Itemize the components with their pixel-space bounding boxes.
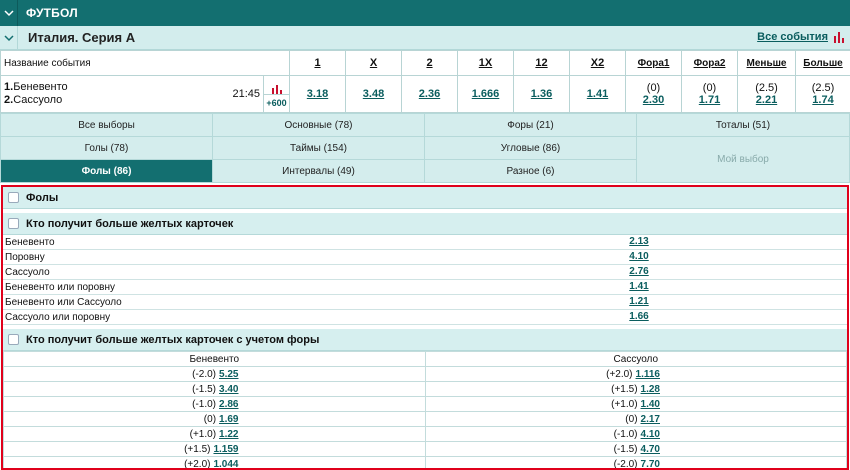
header-2[interactable]: 2 — [401, 50, 459, 76]
more-yellow-header[interactable]: Кто получит больше желтых карточек — [3, 213, 847, 235]
table-row: (+1.5) 1.159 (-1.5) 4.70 — [3, 441, 847, 457]
market-tabs: Все выборы Основные (78) Форы (21) Тотал… — [0, 113, 850, 185]
market-checkbox[interactable] — [8, 218, 19, 229]
handicap-table: Беневенто Сассуоло (-2.0) 5.25 (+2.0) 1.11… — [3, 351, 847, 468]
odd-12[interactable]: 1.36 — [513, 75, 571, 113]
market-row: Поровну 4.10 — [3, 250, 847, 265]
col-home: Беневенто — [3, 351, 426, 367]
tab-halves[interactable]: Таймы (154) — [212, 136, 425, 160]
handicap-cell[interactable]: (-1.0) 2.86 — [3, 396, 426, 412]
handicap-cell[interactable]: (-2.0) 7.70 — [424, 456, 847, 468]
table-row: (-2.0) 5.25 (+2.0) 1.116 — [3, 366, 847, 382]
odd-x[interactable]: 3.48 — [345, 75, 403, 113]
handicap-cell[interactable]: (-2.0) 5.25 — [3, 366, 426, 382]
fouls-section-header[interactable]: Фолы — [3, 187, 847, 209]
fouls-market-panel: Фолы Кто получит больше желтых карточек … — [1, 185, 849, 470]
handicap-cell[interactable]: (-1.0) 4.10 — [424, 426, 847, 442]
fouls-section-title: Фолы — [26, 191, 59, 204]
handicap-cell[interactable]: (+1.5) 1.28 — [424, 381, 847, 397]
header-handicap2[interactable]: Фора2 — [681, 50, 739, 76]
odd-under[interactable]: (2.5) 2.21 — [737, 75, 797, 113]
col-away: Сассуоло — [424, 351, 847, 367]
more-yellow-title: Кто получит больше желтых карточек — [26, 217, 234, 230]
more-markets-link[interactable]: +600 — [264, 93, 290, 111]
league-row[interactable]: Италия. Серия А Все события — [0, 25, 850, 50]
header-under[interactable]: Меньше — [737, 50, 797, 76]
sport-header[interactable]: ФУТБОЛ — [0, 0, 850, 26]
odd-1x[interactable]: 1.666 — [457, 75, 515, 113]
odd-x2[interactable]: 1.41 — [569, 75, 627, 113]
tab-all-choices[interactable]: Все выборы — [0, 113, 213, 137]
tab-totals[interactable]: Тоталы (51) — [636, 113, 850, 137]
odd-value[interactable]: 1.41 — [629, 281, 648, 292]
tab-corners[interactable]: Угловые (86) — [424, 136, 637, 160]
market-row: Беневенто 2.13 — [3, 235, 847, 250]
odd-value[interactable]: 2.76 — [629, 266, 648, 277]
tab-main[interactable]: Основные (78) — [212, 113, 425, 137]
all-events-link[interactable]: Все события — [757, 31, 828, 43]
handicap-cell[interactable]: (0) 1.69 — [3, 411, 426, 427]
match-row: 1.Беневенто 2.Сассуоло 21:45 +600 3.18 3… — [0, 75, 850, 113]
chevron-down-icon[interactable] — [0, 0, 18, 26]
tab-my-choice[interactable]: Мой выбор — [636, 136, 850, 183]
sport-title: ФУТБОЛ — [26, 6, 78, 20]
table-row: (0) 1.69 (0) 2.17 — [3, 411, 847, 427]
table-row: (-1.0) 2.86 (+1.0) 1.40 — [3, 396, 847, 412]
odd-1[interactable]: 3.18 — [289, 75, 347, 113]
league-title: Италия. Серия А — [28, 30, 136, 45]
section-checkbox[interactable] — [8, 192, 19, 203]
header-x2[interactable]: X2 — [569, 50, 627, 76]
table-row: (-1.5) 3.40 (+1.5) 1.28 — [3, 381, 847, 397]
odd-2[interactable]: 2.36 — [401, 75, 459, 113]
market-row: Сассуоло 2.76 — [3, 265, 847, 280]
match-time: 21:45 — [232, 88, 260, 100]
handicap-cell[interactable]: (-1.5) 4.70 — [424, 441, 847, 457]
handicap-cell[interactable]: (+2.0) 1.044 — [3, 456, 426, 468]
match-stats-cell[interactable]: +600 — [262, 75, 291, 113]
team-home: 1.Беневенто — [4, 81, 68, 93]
header-x[interactable]: X — [345, 50, 403, 76]
handicap-cell[interactable]: (0) 2.17 — [424, 411, 847, 427]
bar-chart-icon[interactable] — [834, 32, 844, 46]
market-checkbox[interactable] — [8, 334, 19, 345]
handicap-cell[interactable]: (+1.0) 1.22 — [3, 426, 426, 442]
handicap-cell[interactable]: (-1.5) 3.40 — [3, 381, 426, 397]
tab-intervals[interactable]: Интервалы (49) — [212, 159, 425, 183]
tab-handicaps[interactable]: Форы (21) — [424, 113, 637, 137]
chevron-down-icon[interactable] — [0, 25, 18, 50]
more-yellow-handicap-header[interactable]: Кто получит больше желтых карточек с уче… — [3, 329, 847, 351]
handicap-cell[interactable]: (+2.0) 1.116 — [424, 366, 847, 382]
bar-chart-icon[interactable] — [264, 78, 289, 94]
table-row: (+2.0) 1.044 (-2.0) 7.70 — [3, 456, 847, 468]
market-row: Сассуоло или поровну 1.66 — [3, 310, 847, 325]
odd-value[interactable]: 4.10 — [629, 251, 648, 262]
odds-table: Название события 1 X 2 1X 12 X2 Фора1 Фо… — [0, 50, 850, 113]
tab-fouls[interactable]: Фолы (86) — [0, 159, 213, 183]
header-handicap1[interactable]: Фора1 — [625, 50, 683, 76]
header-12[interactable]: 12 — [513, 50, 571, 76]
odd-value[interactable]: 1.21 — [629, 296, 648, 307]
market-row: Беневенто или Сассуоло 1.21 — [3, 295, 847, 310]
tab-misc[interactable]: Разное (6) — [424, 159, 637, 183]
odds-header-row: Название события 1 X 2 1X 12 X2 Фора1 Фо… — [0, 50, 850, 76]
odd-value[interactable]: 1.66 — [629, 311, 648, 322]
handicap-cell[interactable]: (+1.5) 1.159 — [3, 441, 426, 457]
header-over[interactable]: Больше — [795, 50, 850, 76]
odd-handicap2[interactable]: (0) 1.71 — [681, 75, 739, 113]
header-1x[interactable]: 1X — [457, 50, 515, 76]
odd-handicap1[interactable]: (0) 2.30 — [625, 75, 683, 113]
header-event-name: Название события — [0, 50, 291, 76]
team-away: 2.Сассуоло — [4, 94, 63, 106]
more-yellow-handicap-title: Кто получит больше желтых карточек с уче… — [26, 333, 320, 346]
table-row: (+1.0) 1.22 (-1.0) 4.10 — [3, 426, 847, 442]
odd-over[interactable]: (2.5) 1.74 — [795, 75, 850, 113]
tab-goals[interactable]: Голы (78) — [0, 136, 213, 160]
market-row: Беневенто или поровну 1.41 — [3, 280, 847, 295]
odd-value[interactable]: 2.13 — [629, 236, 648, 247]
header-1[interactable]: 1 — [289, 50, 347, 76]
handicap-cell[interactable]: (+1.0) 1.40 — [424, 396, 847, 412]
match-teams[interactable]: 1.Беневенто 2.Сассуоло 21:45 — [0, 75, 264, 113]
